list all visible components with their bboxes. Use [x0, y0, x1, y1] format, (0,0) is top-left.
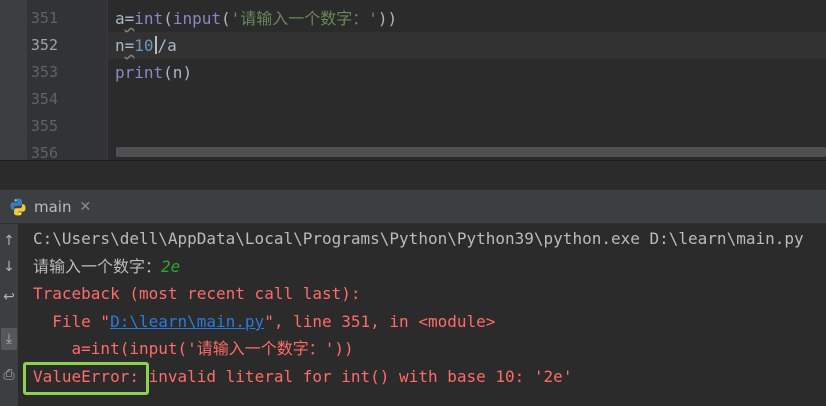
user-input-value: 2e [161, 257, 181, 276]
error-highlight-box [23, 362, 149, 395]
line-number: 351 [30, 9, 58, 27]
code-line-351[interactable]: a=int(input('请输入一个数字：')) [115, 5, 397, 32]
code-token-builtin: print [115, 63, 164, 82]
line-number: 355 [30, 117, 58, 135]
console-command-line: C:\Users\dell\AppData\Local\Programs\Pyt… [33, 229, 804, 248]
code-token: n [115, 36, 125, 55]
code-token-builtin: input [172, 9, 221, 28]
traceback-header: Traceback (most recent call last): [33, 284, 361, 303]
python-icon [10, 198, 26, 215]
soft-wrap-icon[interactable]: ↩ [1, 286, 17, 308]
code-token: /a [157, 36, 177, 55]
scroll-up-icon[interactable]: ↑ [1, 230, 17, 252]
code-token: ( [221, 9, 231, 28]
console-toolbar: ↑ ↓ ↩ ⤓ ⎙ [0, 224, 18, 406]
horizontal-scrollbar[interactable] [116, 147, 826, 157]
code-token-string: '请输入一个数字：' [230, 9, 378, 28]
code-token: ( [163, 9, 173, 28]
gutter-separator [107, 0, 108, 160]
console-prompt-line: 请输入一个数字：2e [33, 253, 180, 280]
code-token: = [124, 36, 135, 55]
scroll-down-icon[interactable]: ↓ [1, 256, 17, 278]
file-link[interactable]: D:\learn\main.py [110, 312, 264, 331]
code-token: )) [377, 9, 398, 28]
run-console[interactable]: ↑ ↓ ↩ ⤓ ⎙ C:\Users\dell\AppData\Local\Pr… [0, 224, 826, 406]
file-suffix: ", line 351, in <module> [264, 312, 496, 331]
line-number: 353 [30, 63, 58, 81]
code-editor[interactable]: 351 352 353 354 355 356 a=int(input('请输入… [0, 0, 826, 160]
error-message: invalid literal for int() with base 10: … [138, 367, 573, 386]
code-token-number: 10 [134, 36, 154, 55]
run-tab-label: main [34, 197, 72, 216]
input-prompt: 请输入一个数字： [33, 257, 162, 276]
scroll-to-end-icon[interactable]: ⤓ [1, 328, 17, 350]
code-token-builtin: int [134, 9, 164, 28]
print-icon[interactable]: ⎙ [1, 364, 17, 386]
code-token: = [124, 9, 135, 28]
code-token: (n) [163, 63, 193, 82]
code-line-352[interactable]: n=10/a [115, 32, 177, 59]
traceback-source-line: a=int(input('请输入一个数字：')) [33, 339, 354, 358]
run-tab-main[interactable]: main ✕ [8, 190, 91, 223]
line-number-current: 352 [30, 36, 58, 54]
code-token: a [115, 9, 125, 28]
current-line-highlight [108, 32, 826, 59]
panel-divider[interactable] [0, 160, 826, 191]
close-icon[interactable]: ✕ [79, 199, 91, 215]
line-number: 356 [30, 144, 58, 160]
code-line-353[interactable]: print(n) [115, 59, 192, 86]
traceback-file-line: File "D:\learn\main.py", line 351, in <m… [33, 308, 495, 335]
run-tool-window-header: main ✕ [0, 190, 826, 224]
text-cursor [154, 36, 157, 54]
left-tool-strip [0, 0, 27, 160]
line-number: 354 [30, 90, 58, 108]
file-prefix: File " [33, 312, 111, 331]
